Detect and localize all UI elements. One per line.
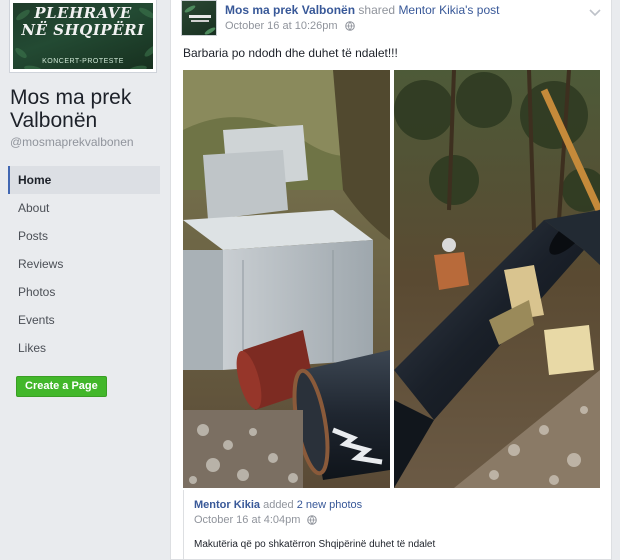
page-title[interactable]: Mos ma prek Valbonën	[10, 86, 165, 132]
shared-post-header: Mentor Kikia added 2 new photos	[194, 499, 362, 511]
shared-post: Mentor Kikia added 2 new photos October …	[183, 490, 600, 560]
nav-item-reviews[interactable]: Reviews	[8, 250, 160, 278]
shared-author-link[interactable]: Mentor Kikia	[194, 499, 260, 511]
pipeline-forest-photo[interactable]	[394, 70, 600, 488]
shared-globe-icon[interactable]	[307, 515, 318, 528]
create-page-button[interactable]: Create a Page	[16, 376, 107, 397]
shared-post-text: Makutëria që po shkatërron Shqipërinë du…	[194, 539, 436, 550]
post-photos	[183, 70, 600, 488]
post-timestamp[interactable]: October 16 at 10:26pm	[225, 20, 338, 32]
post-timestamp-row: October 16 at 10:26pm	[225, 20, 355, 34]
page-handle[interactable]: @mosmaprekvalbonen	[10, 135, 134, 149]
avatar-leaf-icon	[184, 5, 216, 35]
shared-timestamp[interactable]: October 16 at 4:04pm	[194, 514, 300, 526]
cover-title-line1: PLEHRAVE	[34, 4, 132, 22]
cover-subtitle: KONCERT-PROTESTE	[42, 58, 124, 65]
post-card: Mos ma prek Valbonën shared Mentor Kikia…	[170, 0, 612, 560]
shared-word: shared	[358, 3, 396, 17]
post-text: Barbaria po ndodh dhe duhet të ndalet!!!	[183, 46, 398, 60]
post-author-link[interactable]: Mos ma prek Valbonën	[225, 3, 355, 17]
post-options-chevron-icon[interactable]	[589, 4, 601, 22]
shared-timestamp-row: October 16 at 4:04pm	[194, 514, 318, 528]
nav-item-photos[interactable]: Photos	[8, 278, 160, 306]
new-photos-link[interactable]: 2 new photos	[297, 499, 362, 511]
nav-item-about[interactable]: About	[8, 194, 160, 222]
shared-suffix-link[interactable]: 's post	[465, 3, 499, 17]
nav-item-home[interactable]: Home	[8, 166, 160, 194]
author-avatar[interactable]	[181, 0, 217, 36]
cover-title-line2: NË SHQIPËRI	[21, 21, 145, 39]
nav-item-likes[interactable]: Likes	[8, 334, 160, 362]
page-sidebar: PLEHRAVE NË SHQIPËRI KONCERT-PROTESTE Mo…	[0, 0, 170, 560]
concrete-pipe-photo[interactable]	[183, 70, 390, 488]
page-nav: Home About Posts Reviews Photos Events L…	[8, 166, 160, 362]
nav-item-events[interactable]: Events	[8, 306, 160, 334]
shared-from-link[interactable]: Mentor Kikia	[398, 3, 465, 17]
shared-action: added	[263, 499, 294, 511]
page-profile-picture[interactable]: PLEHRAVE NË SHQIPËRI KONCERT-PROTESTE	[10, 0, 156, 72]
nav-item-posts[interactable]: Posts	[8, 222, 160, 250]
post-header: Mos ma prek Valbonën shared Mentor Kikia…	[225, 3, 499, 17]
globe-icon[interactable]	[344, 21, 355, 34]
